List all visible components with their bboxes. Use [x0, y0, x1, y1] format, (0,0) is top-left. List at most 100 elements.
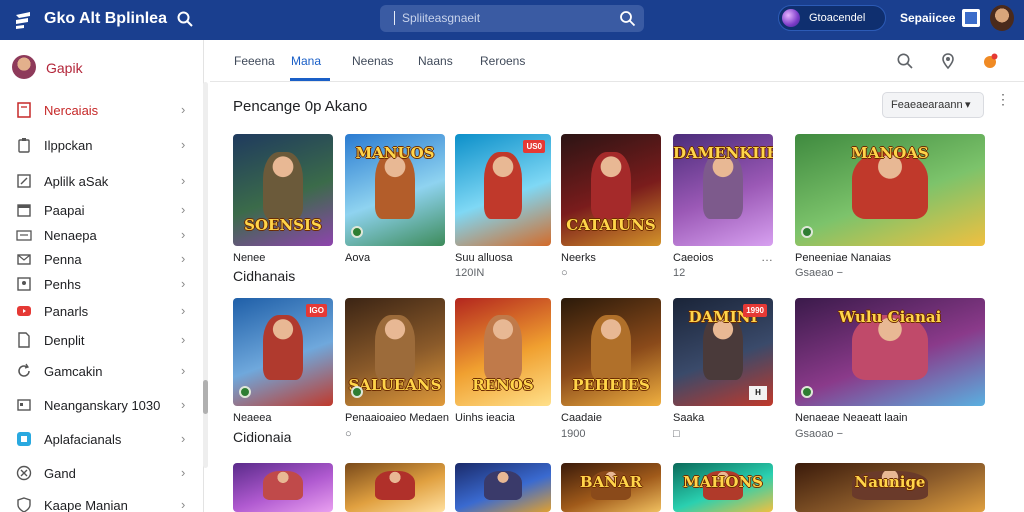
game-name[interactable]: Nenee [233, 252, 265, 264]
game-subtitle: 120IN [455, 267, 485, 279]
window-icon[interactable] [962, 9, 980, 27]
game-thumbnail[interactable]: Wulu Cianai [795, 298, 985, 406]
game-name[interactable]: Caeoios [673, 252, 713, 264]
game-thumbnail[interactable]: IGO [233, 298, 333, 406]
game-subtitle: Gsaeao − [795, 267, 844, 279]
game-character-art [483, 315, 523, 381]
location-pin-icon[interactable] [939, 52, 957, 70]
game-name[interactable]: Caadaie [561, 412, 602, 424]
search-submit-icon[interactable] [619, 10, 636, 27]
game-name[interactable]: Peneeniae Nanaias [795, 252, 891, 264]
game-logo-title: DAMENKIIE [673, 144, 773, 162]
platform-icon [801, 386, 813, 398]
profile-avatar [12, 55, 36, 79]
game-subtitle: □ [673, 428, 680, 440]
search-icon[interactable] [896, 52, 914, 70]
game-logo-title: BANAR [579, 473, 643, 491]
account-chip[interactable]: Gtoacendel [778, 5, 886, 31]
game-thumbnail[interactable]: Naunige [795, 463, 985, 512]
user-avatar[interactable] [990, 5, 1014, 31]
tab-feeena[interactable]: Feeena [234, 54, 275, 68]
game-thumbnail[interactable]: PEHEIES [561, 298, 661, 406]
sidebar-item-nercaiais[interactable]: Nercaiais › [0, 97, 200, 123]
game-name[interactable]: Uinhs ieacia [455, 412, 515, 424]
chevron-right-icon: › [181, 102, 186, 117]
tab-naans[interactable]: Naans [418, 54, 453, 68]
section-title: Pencange 0p Akano [233, 98, 368, 115]
app-icon [17, 432, 31, 446]
profile-name: Gapik [46, 60, 83, 76]
sidebar-item-ilppckan[interactable]: Ilppckan › [0, 132, 200, 158]
search-icon[interactable] [176, 10, 194, 28]
game-subtitle: ○ [345, 428, 352, 440]
game-thumbnail[interactable]: SALUEANS [345, 298, 445, 406]
sidebar-item-nenaepa[interactable]: Nenaepa › [0, 222, 200, 248]
window-icon [17, 399, 31, 411]
game-name[interactable]: Neerks [561, 252, 596, 264]
game-logo-title: Wulu Cianai [838, 308, 942, 326]
game-thumbnail[interactable]: DAMENKIIE [673, 134, 773, 246]
close-circle-icon [16, 465, 32, 481]
game-logo-title: RENOS [472, 376, 534, 394]
sidebar-item-panarls[interactable]: Panarls › [0, 298, 200, 324]
sidebar-item-aplafacianals[interactable]: Aplafacianals › [0, 426, 200, 452]
chevron-right-icon: › [181, 363, 186, 378]
game-thumbnail[interactable]: CATAIUNS [561, 134, 661, 246]
game-thumbnail[interactable]: SOENSIS [233, 134, 333, 246]
search-input[interactable] [402, 8, 602, 28]
sidebar-item-label: Aplafacianals [44, 432, 122, 447]
game-logo-title: SOENSIS [244, 216, 322, 234]
game-name[interactable]: Aova [345, 252, 370, 264]
sidebar-item-aplilk-asak[interactable]: Aplilk aSak › [0, 168, 200, 194]
game-character-art [263, 151, 303, 220]
game-thumbnail[interactable]: MANOAS [795, 134, 985, 246]
sidebar: Gapik Nercaiais › Ilppckan › Aplilk aSak › Paa… [0, 40, 204, 512]
game-thumbnail[interactable]: MAHONS [673, 463, 773, 512]
sidebar-scrollbar-thumb[interactable] [203, 380, 208, 414]
sidebar-item-gand[interactable]: Gand › [0, 460, 200, 486]
game-thumbnail[interactable] [455, 463, 551, 512]
document-icon [17, 102, 31, 118]
game-thumbnail[interactable]: DAMINI 1990 H [673, 298, 773, 406]
sidebar-item-neanganskary-1030[interactable]: Neanganskary 1030 › [0, 392, 200, 418]
header-right-label[interactable]: Sepaiicee [900, 11, 955, 25]
rating-badge: 1990 [743, 304, 767, 317]
sidebar-item-gamcakin[interactable]: Gamcakin › [0, 358, 200, 384]
game-name[interactable]: Neaeea [233, 412, 272, 424]
sidebar-item-penhs[interactable]: Penhs › [0, 271, 200, 297]
game-name[interactable]: Penaaioaieo Medaen [345, 412, 449, 424]
search-box[interactable] [380, 5, 644, 32]
game-character-art [591, 151, 631, 220]
tab-mana[interactable]: Mana [291, 54, 321, 68]
platform-icon [351, 226, 363, 238]
game-thumbnail[interactable] [233, 463, 333, 512]
tab-neenas[interactable]: Neenas [352, 54, 393, 68]
sort-dropdown[interactable]: Feaeaearaann ▾ [882, 92, 984, 118]
sidebar-item-kaape-manian[interactable]: Kaape Manian › [0, 492, 200, 512]
game-name[interactable]: Saaka [673, 412, 704, 424]
corner-logo-icon: H [749, 386, 767, 400]
more-options-icon[interactable]: ⋮ [996, 92, 1010, 114]
game-logo-title: Naunige [854, 473, 926, 491]
chevron-right-icon: › [181, 173, 186, 188]
game-thumbnail[interactable]: RENOS [455, 298, 551, 406]
sidebar-profile[interactable]: Gapik [12, 54, 192, 82]
game-thumbnail[interactable] [345, 463, 445, 512]
sidebar-item-denplit[interactable]: Denplit › [0, 327, 200, 353]
notification-icon[interactable] [981, 52, 999, 70]
app-logo-icon[interactable] [12, 9, 34, 31]
game-logo-title: MAHONS [682, 473, 764, 491]
sidebar-item-penna[interactable]: Penna › [0, 246, 200, 272]
game-name[interactable]: Nenaeae Neaeatt laain [795, 412, 908, 424]
card-more-icon[interactable]: … [761, 250, 773, 264]
app-title: Gko Alt Bplinlea [44, 10, 167, 27]
game-thumbnail[interactable]: US0 [455, 134, 551, 246]
game-subtitle: Cidionaia [233, 429, 292, 445]
sidebar-item-paapai[interactable]: Paapai › [0, 197, 200, 223]
keyboard-icon [16, 230, 32, 241]
game-thumbnail[interactable]: MANUOS [345, 134, 445, 246]
tab-reroens[interactable]: Reroens [480, 54, 525, 68]
game-name[interactable]: Suu alluosa [455, 252, 513, 264]
game-thumbnail[interactable]: BANAR [561, 463, 661, 512]
chevron-down-icon: ▾ [965, 99, 971, 111]
